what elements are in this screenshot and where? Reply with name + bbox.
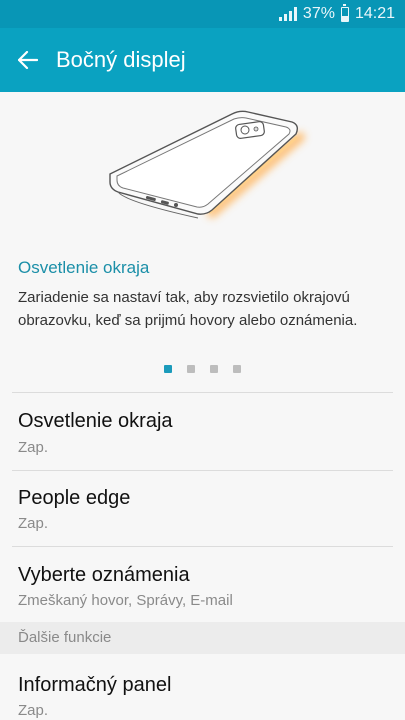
feature-title: Osvetlenie okraja [18,258,150,277]
status-bar: 37% 14:21 [0,0,405,28]
setting-value: Zmeškaný hovor, Správy, E-mail [18,592,233,609]
setting-label: Osvetlenie okraja [18,410,173,432]
page-indicator [0,365,405,373]
page-dot[interactable] [187,365,195,373]
battery-icon [340,3,349,22]
page-dot-active[interactable] [164,365,172,373]
battery-percent: 37% [302,5,335,22]
setting-people-edge[interactable]: People edge Zap. [0,471,405,546]
setting-value: Zap. [18,702,49,719]
back-button[interactable] [0,28,56,92]
setting-select-notifications[interactable]: Vyberte oznámenia Zmeškaný hovor, Správy… [0,547,405,622]
arrow-left-icon [18,51,38,69]
setting-edge-lighting[interactable]: Osvetlenie okraja Zap. [0,393,405,470]
section-header: Ďalšie funkcie [0,622,405,654]
setting-info-panel[interactable]: Informačný panel Zap. [0,654,405,720]
phone-illustration [109,110,305,219]
page-dot[interactable] [233,365,241,373]
section-header-label: Ďalšie funkcie [18,629,112,646]
feature-description: Zariadenie sa nastaví tak, aby rozsvieti… [18,289,358,329]
edge-lighting-illustration[interactable] [0,92,405,252]
page-title: Bočný displej [56,47,186,72]
setting-label: People edge [18,487,131,509]
status-bar-indicators: 37% 14:21 [278,3,395,23]
setting-value: Zap. [18,515,49,532]
setting-label: Informačný panel [18,674,172,696]
setting-value: Zap. [18,439,49,456]
clock: 14:21 [354,5,395,22]
signal-bars-icon [278,7,297,21]
setting-label: Vyberte oznámenia [18,564,190,586]
page-dot[interactable] [210,365,218,373]
app-bar: Bočný displej [0,28,405,92]
